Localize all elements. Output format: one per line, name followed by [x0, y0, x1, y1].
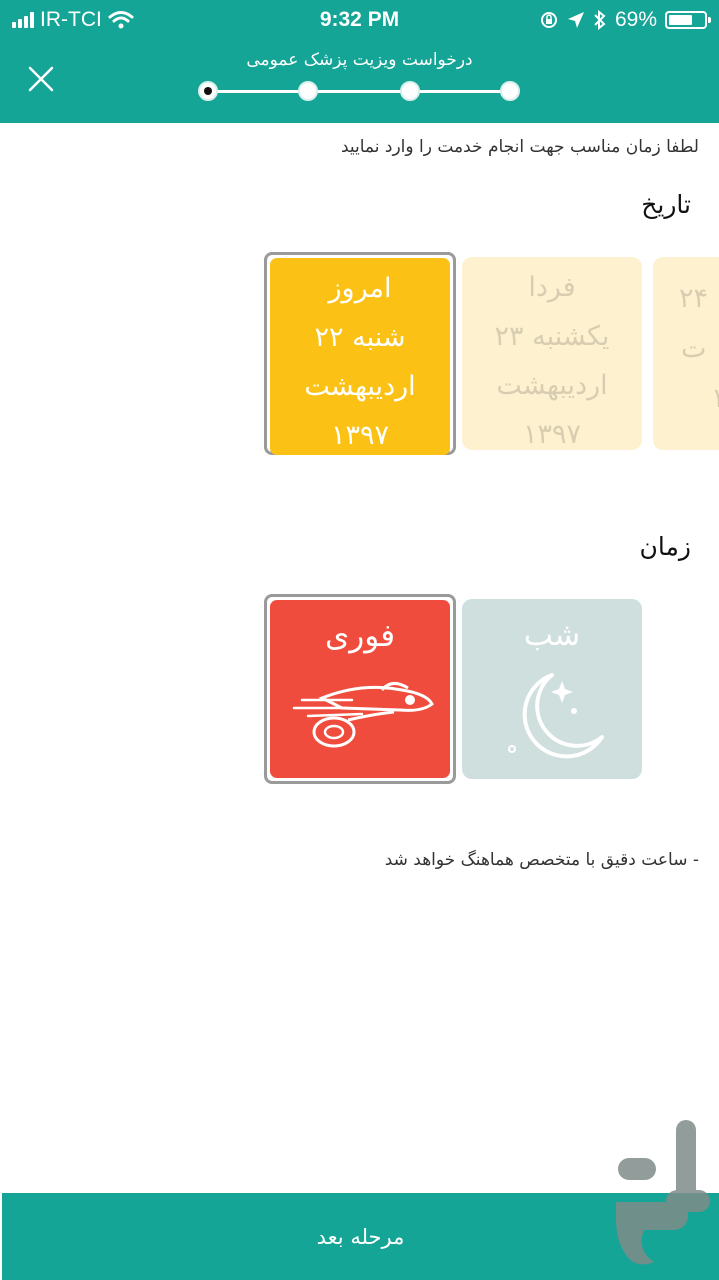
location-arrow-icon [567, 12, 584, 28]
date-card-tomorrow-line1: فردا [528, 272, 576, 303]
date-card-next[interactable]: ۲۴ ت ۱ [653, 257, 719, 450]
battery-icon [665, 11, 711, 29]
bluetooth-icon [594, 10, 606, 30]
time-note: - ساعت دقیق با متخصص هماهنگ خواهد شد [384, 850, 699, 870]
step-3-dot [400, 81, 420, 101]
date-card-today-line2: شنبه ۲۲ [314, 322, 406, 353]
status-bar: IR-TCI 9:32 PM 69% [0, 0, 719, 40]
date-card-today-line1: امروز [328, 273, 392, 304]
date-card-next-line2: ت [681, 333, 707, 364]
time-option-night[interactable]: شب [462, 599, 642, 779]
date-card-tomorrow-line3: اردیبهشت [496, 370, 608, 401]
date-card-today[interactable]: امروز شنبه ۲۲ اردیبهشت ۱۳۹۷ [264, 252, 456, 455]
time-option-urgent[interactable]: فوری [264, 594, 456, 784]
time-section-label: زمان [639, 532, 691, 561]
date-card-next-line1: ۲۴ [679, 283, 709, 314]
date-card-today-line3: اردیبهشت [304, 371, 416, 402]
app-header: IR-TCI 9:32 PM 69% درخواست ویزیت پزشک عم… [0, 0, 719, 123]
date-card-today-line4: ۱۳۹۷ [330, 420, 389, 451]
instruction-text: لطفا زمان مناسب جهت انجام خدمت را وارد ن… [340, 137, 699, 157]
stepper-line [208, 90, 510, 93]
battery-percent: 69% [614, 8, 657, 31]
step-2-dot [298, 81, 318, 101]
moon-stars-icon [508, 673, 604, 759]
date-card-today-face: امروز شنبه ۲۲ اردیبهشت ۱۳۹۷ [270, 258, 450, 455]
status-right: 69% [539, 8, 711, 32]
rocket-icon [292, 682, 434, 748]
time-option-urgent-face: فوری [270, 600, 450, 778]
page-title: درخواست ویزیت پزشک عمومی [246, 50, 473, 70]
next-step-button[interactable]: مرحله بعد [2, 1193, 719, 1280]
date-card-tomorrow-line4: ۱۳۹۷ [522, 419, 581, 450]
step-1-dot [198, 81, 218, 101]
time-option-night-label: شب [523, 617, 581, 653]
date-card-next-line4: ۱ [711, 383, 719, 414]
date-section-label: تاریخ [641, 190, 691, 219]
rotation-lock-icon [540, 12, 557, 28]
date-card-tomorrow[interactable]: فردا یکشنبه ۲۳ اردیبهشت ۱۳۹۷ [462, 257, 642, 450]
time-option-urgent-label: فوری [324, 618, 396, 654]
date-card-tomorrow-line2: یکشنبه ۲۳ [494, 321, 610, 352]
progress-stepper [198, 81, 520, 101]
step-4-dot [500, 81, 520, 101]
store-logo-watermark [616, 1120, 710, 1265]
